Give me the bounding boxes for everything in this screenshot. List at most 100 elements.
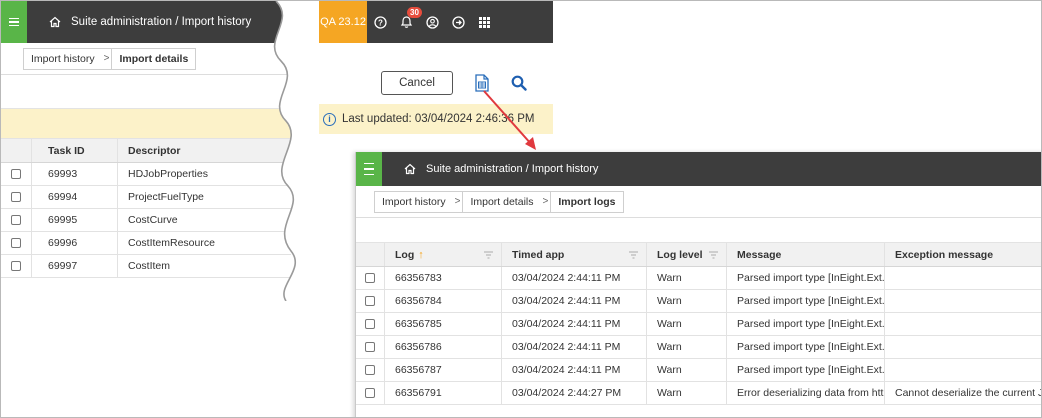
row-checkbox[interactable] — [365, 273, 375, 283]
log-level: Warn — [646, 382, 726, 404]
table-row[interactable]: 66356786 03/04/2024 2:44:11 PM Warn Pars… — [356, 336, 1041, 359]
sort-asc-icon[interactable]: ↑ — [418, 249, 424, 261]
notice-bar — [1, 109, 291, 139]
timed-app: 03/04/2024 2:44:11 PM — [501, 313, 646, 335]
logs-grid: Log ↑ Timed app Log level Message Except… — [356, 243, 1041, 405]
filter-icon[interactable] — [709, 251, 718, 259]
timed-app: 03/04/2024 2:44:11 PM — [501, 359, 646, 381]
row-checkbox[interactable] — [11, 192, 21, 202]
hamburger-icon[interactable] — [1, 1, 27, 43]
timed-app: 03/04/2024 2:44:11 PM — [501, 267, 646, 289]
col-exception-message[interactable]: Exception message — [884, 243, 1041, 266]
grid-header: Task ID Descriptor — [1, 139, 291, 163]
toolbar-area — [1, 75, 291, 109]
chevron-right-icon: > — [454, 196, 461, 207]
breadcrumb-tabs: Import history > Import details > Import… — [374, 190, 624, 213]
table-row[interactable]: 66356784 03/04/2024 2:44:11 PM Warn Pars… — [356, 290, 1041, 313]
col-log-level[interactable]: Log level — [646, 243, 726, 266]
user-icon[interactable] — [419, 1, 445, 43]
import-logs-panel: Suite administration / Import history Im… — [355, 152, 1041, 417]
exception-message: Cannot deserialize the current J... — [884, 382, 1041, 404]
top-bar: Suite administration / Import history — [1, 1, 291, 43]
exception-message — [884, 313, 1041, 335]
message: Parsed import type [InEight.Ext... — [726, 359, 884, 381]
row-checkbox[interactable] — [365, 388, 375, 398]
cancel-button[interactable]: Cancel — [381, 71, 453, 95]
bell-icon[interactable]: 30 — [393, 1, 422, 43]
row-checkbox[interactable] — [365, 296, 375, 306]
message: Parsed import type [InEight.Ext... — [726, 313, 884, 335]
logout-icon[interactable] — [445, 1, 471, 43]
breadcrumb: Suite administration / Import history — [71, 16, 252, 28]
tab-import-details[interactable]: Import details — [111, 47, 195, 70]
col-log[interactable]: Log ↑ — [384, 243, 501, 266]
filter-icon[interactable] — [629, 251, 638, 259]
top-bar-right: QA 23.12 ? 30 — [319, 1, 553, 43]
log-id: 66356786 — [384, 336, 501, 358]
table-row[interactable]: 66356783 03/04/2024 2:44:11 PM Warn Pars… — [356, 267, 1041, 290]
log-level: Warn — [646, 267, 726, 289]
exception-message — [884, 290, 1041, 312]
col-timed-app[interactable]: Timed app — [501, 243, 646, 266]
chevron-right-icon: > — [542, 196, 549, 207]
exception-message — [884, 336, 1041, 358]
table-row[interactable]: 66356791 03/04/2024 2:44:27 PM Warn Erro… — [356, 382, 1041, 405]
table-row[interactable]: 69996 CostItemResource — [1, 232, 291, 255]
callout-arrow — [483, 90, 536, 150]
row-checkbox[interactable] — [365, 365, 375, 375]
toolbar-area — [356, 218, 1041, 243]
log-level: Warn — [646, 313, 726, 335]
log-level: Warn — [646, 336, 726, 358]
tab-import-history[interactable]: Import history — [375, 196, 453, 208]
filter-icon[interactable] — [484, 251, 493, 259]
tab-import-history[interactable]: Import history — [24, 53, 102, 65]
row-checkbox[interactable] — [11, 169, 21, 179]
table-row[interactable]: 66356785 03/04/2024 2:44:11 PM Warn Pars… — [356, 313, 1041, 336]
svg-text:?: ? — [378, 18, 383, 27]
help-icon[interactable]: ? — [367, 1, 393, 43]
log-id: 66356785 — [384, 313, 501, 335]
version-badge: QA 23.12 — [319, 1, 367, 43]
row-checkbox[interactable] — [11, 261, 21, 271]
home-icon[interactable] — [404, 163, 416, 175]
home-icon[interactable] — [49, 16, 61, 28]
col-task-id[interactable]: Task ID — [31, 139, 117, 162]
row-checkbox[interactable] — [365, 342, 375, 352]
row-checkbox[interactable] — [11, 238, 21, 248]
table-row[interactable]: 69993 HDJobProperties — [1, 163, 291, 186]
apps-grid-icon[interactable] — [471, 1, 497, 43]
table-row[interactable]: 69994 ProjectFuelType — [1, 186, 291, 209]
table-row[interactable]: 69997 CostItem — [1, 255, 291, 278]
table-row[interactable]: 69995 CostCurve — [1, 209, 291, 232]
log-id: 66356784 — [384, 290, 501, 312]
tabs-row: Import history > Import details — [1, 43, 291, 75]
task-id: 69995 — [31, 209, 117, 231]
log-level: Warn — [646, 290, 726, 312]
task-id: 69993 — [31, 163, 117, 185]
col-log-label: Log — [395, 248, 415, 261]
tabs-row: Import history > Import details > Import… — [356, 186, 1041, 218]
timed-app: 03/04/2024 2:44:11 PM — [501, 336, 646, 358]
row-checkbox[interactable] — [11, 215, 21, 225]
task-grid: Task ID Descriptor 69993 HDJobProperties… — [1, 139, 291, 278]
message: Parsed import type [InEight.Ext... — [726, 267, 884, 289]
col-log-level-label: Log level — [657, 248, 703, 261]
import-details-panel: Suite administration / Import history Im… — [1, 1, 291, 417]
breadcrumb: Suite administration / Import history — [426, 163, 599, 175]
breadcrumb-tabs: Import history > Import details — [23, 47, 197, 70]
task-id: 69994 — [31, 186, 117, 208]
task-id: 69997 — [31, 255, 117, 277]
message: Parsed import type [InEight.Ext... — [726, 290, 884, 312]
tab-import-details[interactable]: Import details — [462, 190, 540, 213]
exception-message — [884, 267, 1041, 289]
tab-import-logs[interactable]: Import logs — [550, 190, 622, 213]
chevron-right-icon: > — [103, 53, 110, 64]
table-row[interactable]: 66356787 03/04/2024 2:44:11 PM Warn Pars… — [356, 359, 1041, 382]
row-checkbox[interactable] — [365, 319, 375, 329]
exception-message — [884, 359, 1041, 381]
log-id: 66356787 — [384, 359, 501, 381]
hamburger-icon[interactable] — [356, 152, 382, 186]
col-message[interactable]: Message — [726, 243, 884, 266]
grid-header: Log ↑ Timed app Log level Message Except… — [356, 243, 1041, 267]
task-id: 69996 — [31, 232, 117, 254]
